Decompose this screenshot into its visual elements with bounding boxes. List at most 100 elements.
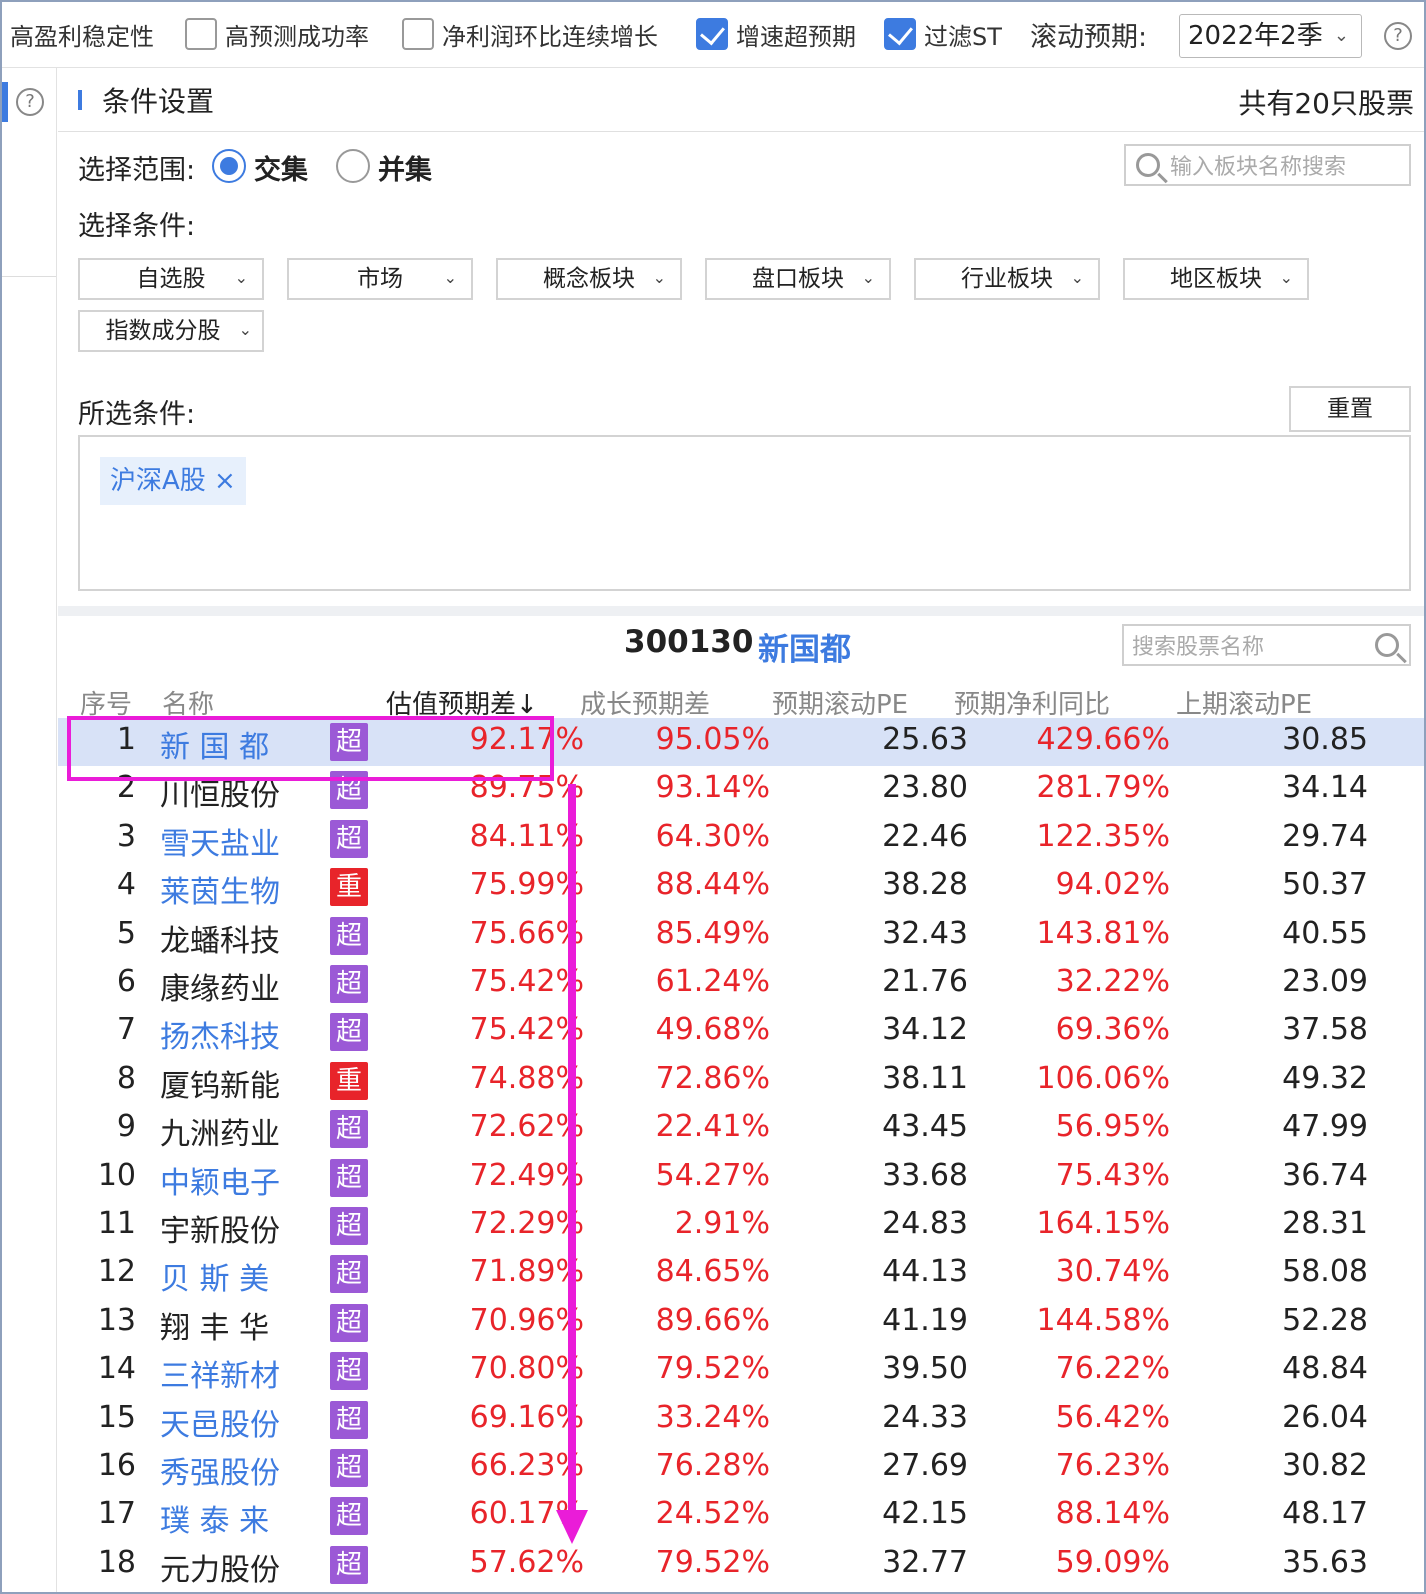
col-header-profit-yoy[interactable]: 预期净利同比 bbox=[954, 684, 1110, 721]
divider bbox=[2, 276, 56, 277]
cell-name[interactable]: 宇新股份 bbox=[160, 1206, 280, 1250]
cell-name[interactable]: 莱茵生物 bbox=[160, 867, 280, 911]
chevron-down-icon: ⌄ bbox=[652, 268, 666, 287]
cell-name[interactable]: 新 国 都 bbox=[160, 722, 269, 766]
cell-name[interactable]: 雪天盐业 bbox=[160, 819, 280, 863]
cell-no: 10 bbox=[97, 1157, 136, 1193]
col-header-growth-gap[interactable]: 成长预期差 bbox=[580, 684, 710, 721]
dropdown-industry[interactable]: 行业板块 ⌄ bbox=[914, 258, 1100, 300]
cell-name[interactable]: 秀强股份 bbox=[160, 1448, 280, 1492]
chevron-down-icon: ⌄ bbox=[1333, 25, 1349, 46]
annotation-arrow-head bbox=[556, 1510, 588, 1544]
table-row[interactable]: 14 三祥新材 70.80% 79.52% 39.50 76.22% 48.84 超 bbox=[58, 1347, 1424, 1395]
cell-name[interactable]: 九洲药业 bbox=[160, 1109, 280, 1153]
status-badge: 超 bbox=[330, 1158, 368, 1197]
cell-profit-yoy: 59.09% bbox=[1055, 1544, 1170, 1580]
filter-high-forecast-success[interactable]: 高预测成功率 bbox=[185, 16, 369, 52]
status-badge: 超 bbox=[330, 771, 368, 810]
cell-name[interactable]: 扬杰科技 bbox=[160, 1012, 280, 1056]
cell-name[interactable]: 璞 泰 来 bbox=[160, 1496, 269, 1540]
cell-growth-gap: 95.05% bbox=[655, 722, 770, 757]
col-header-valuation-gap[interactable]: 估值预期差↓ bbox=[386, 684, 538, 721]
dropdown-watchlist[interactable]: 自选股 ⌄ bbox=[78, 258, 264, 300]
radio-union[interactable] bbox=[336, 149, 370, 183]
cell-profit-yoy: 94.02% bbox=[1055, 867, 1170, 903]
cell-growth-gap: 54.27% bbox=[655, 1157, 770, 1193]
table-row[interactable]: 18 元力股份 57.62% 79.52% 32.77 59.09% 35.63 超 bbox=[58, 1541, 1424, 1589]
cell-growth-gap: 89.66% bbox=[655, 1302, 770, 1338]
cell-profit-yoy: 56.42% bbox=[1055, 1399, 1170, 1435]
filter-net-profit-growth[interactable]: 净利润环比连续增长 bbox=[402, 16, 658, 52]
table-row[interactable]: 2 川恒股份 89.75% 93.14% 23.80 281.79% 34.14 超 bbox=[58, 766, 1424, 814]
dropdown-index[interactable]: 指数成分股 ⌄ bbox=[78, 310, 264, 352]
table-row[interactable]: 13 翔 丰 华 70.96% 89.66% 41.19 144.58% 52.28 超 bbox=[58, 1299, 1424, 1347]
cell-name[interactable]: 厦钨新能 bbox=[160, 1061, 280, 1105]
reset-button[interactable]: 重置 bbox=[1289, 386, 1411, 432]
cell-profit-yoy: 69.36% bbox=[1055, 1012, 1170, 1048]
condition-tag[interactable]: 沪深A股 × bbox=[100, 457, 246, 505]
cell-name[interactable]: 天邑股份 bbox=[160, 1400, 280, 1444]
table-row[interactable]: 6 康缘药业 75.42% 61.24% 21.76 32.22% 23.09 超 bbox=[58, 960, 1424, 1008]
dropdown-handicap[interactable]: 盘口板块 ⌄ bbox=[705, 258, 891, 300]
stock-search-placeholder: 搜索股票名称 bbox=[1132, 635, 1265, 660]
block-search-input[interactable]: 输入板块名称搜索 bbox=[1124, 144, 1411, 186]
table-row[interactable]: 7 扬杰科技 75.42% 49.68% 34.12 69.36% 37.58 超 bbox=[58, 1008, 1424, 1056]
radio-intersect-label[interactable]: 交集 bbox=[254, 148, 308, 187]
table-row[interactable]: 1 新 国 都 92.17% 95.05% 25.63 429.66% 30.85 超 bbox=[58, 718, 1424, 766]
table-row[interactable]: 17 璞 泰 来 60.17% 24.52% 42.15 88.14% 48.17 超 bbox=[58, 1492, 1424, 1540]
cell-prev-pe: 23.09 bbox=[1282, 964, 1368, 999]
table-row[interactable]: 11 宇新股份 72.29% 2.91% 24.83 164.15% 28.31 超 bbox=[58, 1202, 1424, 1250]
cell-no: 7 bbox=[116, 1012, 136, 1048]
table-row[interactable]: 10 中颖电子 72.49% 54.27% 33.68 75.43% 36.74 超 bbox=[58, 1154, 1424, 1202]
table-row[interactable]: 15 天邑股份 69.16% 33.24% 24.33 56.42% 26.04 超 bbox=[58, 1396, 1424, 1444]
cell-no: 12 bbox=[97, 1254, 136, 1290]
col-header-forward-pe[interactable]: 预期滚动PE bbox=[772, 684, 908, 721]
status-badge: 超 bbox=[330, 1255, 368, 1294]
checkbox-checked[interactable] bbox=[884, 18, 916, 50]
table-row[interactable]: 8 厦钨新能 74.88% 72.86% 38.11 106.06% 49.32 重 bbox=[58, 1057, 1424, 1105]
table-row[interactable]: 9 九洲药业 72.62% 22.41% 43.45 56.95% 47.99 超 bbox=[58, 1105, 1424, 1153]
col-header-no[interactable]: 序号 bbox=[80, 684, 132, 721]
rolling-period-select[interactable]: 2022年2季 ⌄ bbox=[1179, 14, 1362, 58]
cell-name[interactable]: 中颖电子 bbox=[160, 1158, 280, 1202]
checkbox[interactable] bbox=[402, 18, 434, 50]
cell-valuation-gap: 70.80% bbox=[469, 1351, 584, 1387]
dropdown-label: 自选股 bbox=[136, 266, 206, 292]
checkbox[interactable] bbox=[185, 18, 217, 50]
col-header-name[interactable]: 名称 bbox=[162, 684, 214, 721]
cell-profit-yoy: 56.95% bbox=[1055, 1109, 1170, 1145]
filter-st[interactable]: 过滤ST bbox=[884, 16, 1002, 52]
help-icon[interactable]: ? bbox=[16, 88, 44, 116]
table-row[interactable]: 12 贝 斯 美 71.89% 84.65% 44.13 30.74% 58.08 超 bbox=[58, 1250, 1424, 1298]
dropdown-concept[interactable]: 概念板块 ⌄ bbox=[496, 258, 682, 300]
table-row[interactable]: 4 莱茵生物 75.99% 88.44% 38.28 94.02% 50.37 重 bbox=[58, 863, 1424, 911]
table-row[interactable]: 16 秀强股份 66.23% 76.28% 27.69 76.23% 30.82 超 bbox=[58, 1444, 1424, 1492]
radio-union-label[interactable]: 并集 bbox=[378, 148, 432, 187]
cell-prev-pe: 50.37 bbox=[1282, 867, 1368, 903]
dropdown-market[interactable]: 市场 ⌄ bbox=[287, 258, 473, 300]
cell-name[interactable]: 龙蟠科技 bbox=[160, 916, 280, 960]
checkbox-checked[interactable] bbox=[696, 18, 728, 50]
search-icon[interactable] bbox=[1375, 633, 1399, 657]
filter-growth-beat[interactable]: 增速超预期 bbox=[696, 16, 856, 52]
cell-name[interactable]: 三祥新材 bbox=[160, 1351, 280, 1395]
cell-prev-pe: 34.14 bbox=[1282, 770, 1368, 806]
cell-name[interactable]: 元力股份 bbox=[160, 1545, 280, 1589]
cell-forward-pe: 23.80 bbox=[882, 770, 968, 806]
table-row[interactable]: 3 雪天盐业 84.11% 64.30% 22.46 122.35% 29.74 超 bbox=[58, 815, 1424, 863]
radio-intersect[interactable] bbox=[212, 149, 246, 183]
col-header-prev-pe[interactable]: 上期滚动PE bbox=[1176, 684, 1312, 721]
block-search-placeholder: 输入板块名称搜索 bbox=[1170, 155, 1347, 180]
cell-name[interactable]: 贝 斯 美 bbox=[160, 1254, 269, 1298]
table-row[interactable]: 5 龙蟠科技 75.66% 85.49% 32.43 143.81% 40.55 超 bbox=[58, 912, 1424, 960]
help-icon[interactable]: ? bbox=[1384, 22, 1412, 50]
cell-name[interactable]: 康缘药业 bbox=[160, 964, 280, 1008]
filter-high-profit-stability[interactable]: 高盈利稳定性 bbox=[10, 16, 154, 52]
stock-name[interactable]: 新国都 bbox=[758, 624, 851, 669]
status-badge: 超 bbox=[330, 1449, 368, 1487]
cell-name[interactable]: 川恒股份 bbox=[160, 770, 280, 814]
cell-name[interactable]: 翔 丰 华 bbox=[160, 1303, 269, 1347]
stock-search-input[interactable]: 搜索股票名称 bbox=[1122, 624, 1411, 666]
dropdown-region[interactable]: 地区板块 ⌄ bbox=[1123, 258, 1309, 300]
conditions-label: 选择条件: bbox=[78, 211, 196, 242]
